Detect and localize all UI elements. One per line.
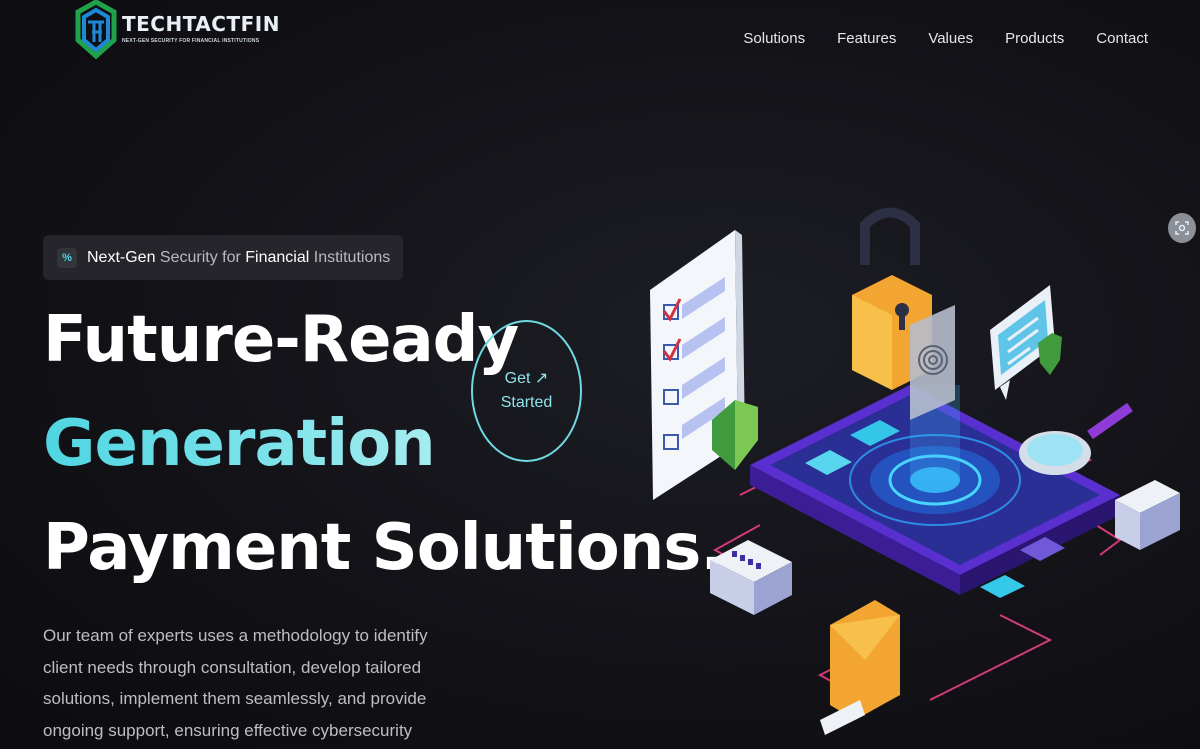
get-started-button[interactable]: Get ↗ Started — [471, 320, 582, 462]
magnifier-icon — [1019, 402, 1133, 475]
brand-tagline: NEXT-GEN SECURITY FOR FINANCIAL INSTITUT… — [122, 38, 260, 44]
hero-badge: % Next-Gen Security for Financial Instit… — [43, 235, 403, 280]
hero-title-line1: Future-Ready — [43, 303, 519, 377]
nav-products[interactable]: Products — [1005, 30, 1064, 47]
chat-bubble-icon — [990, 285, 1062, 400]
nav-contact[interactable]: Contact — [1096, 30, 1148, 47]
get-started-label-1: Get ↗ — [504, 370, 549, 387]
percent-icon: % — [57, 247, 77, 268]
nav-values[interactable]: Values — [928, 30, 973, 47]
nav-features[interactable]: Features — [837, 30, 896, 47]
get-started-label-2: Started — [500, 394, 553, 411]
security-illustration — [620, 195, 1180, 749]
server-icon-right — [1115, 480, 1180, 550]
hero-title-line2: Generation — [43, 407, 436, 481]
nav-solutions[interactable]: Solutions — [743, 30, 805, 47]
hero-badge-text: Next-Gen Security for Financial Institut… — [87, 248, 391, 266]
envelope-icon — [820, 600, 900, 735]
shield-logo-icon — [74, 0, 118, 68]
fingerprint-icon — [910, 305, 955, 420]
server-icon — [710, 540, 792, 615]
hero-description: Our team of experts uses a methodology t… — [43, 626, 428, 740]
phone-icon — [750, 385, 1120, 598]
brand-logo[interactable]: TECHTACTFIN NEXT-GEN SECURITY FOR FINANC… — [74, 0, 280, 68]
main-nav: Solutions Features Values Products Conta… — [743, 30, 1148, 47]
brand-name: TECHTACTFIN — [122, 12, 280, 36]
